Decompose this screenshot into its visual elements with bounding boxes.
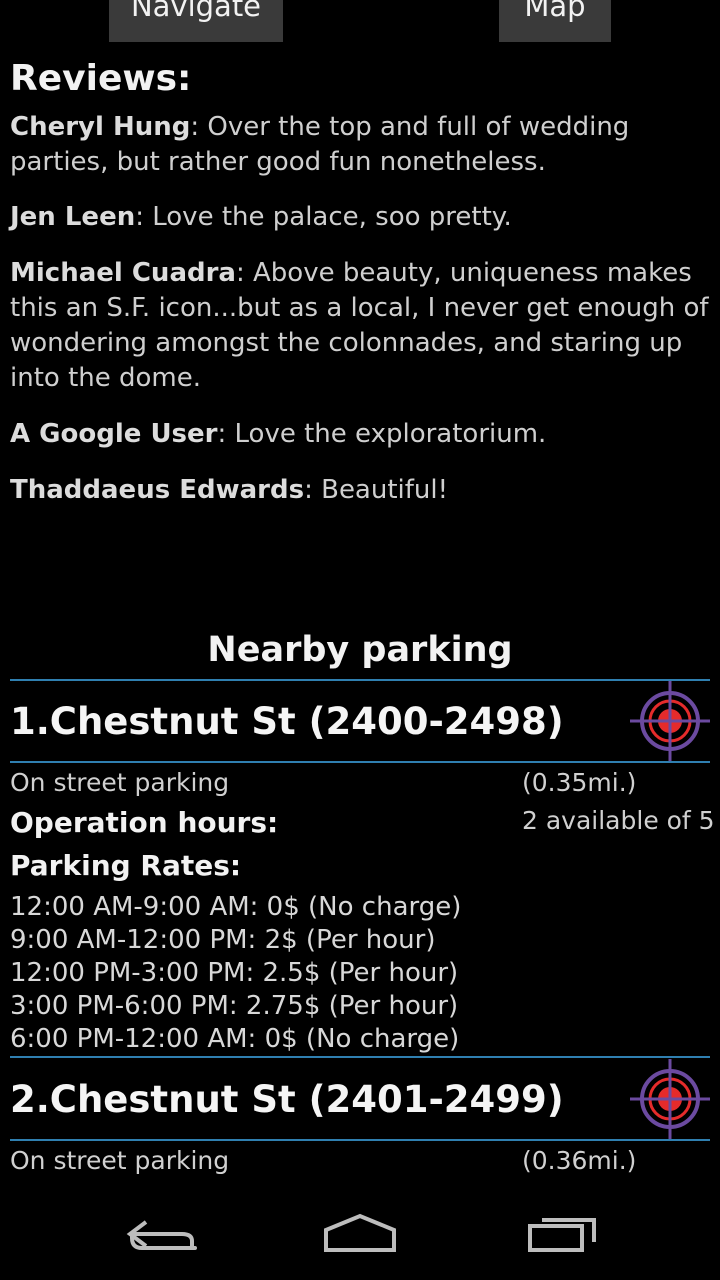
review-author: Cheryl Hung — [10, 112, 191, 142]
review-text: : Love the palace, soo pretty. — [135, 202, 512, 232]
map-button[interactable]: Map — [499, 0, 611, 42]
parking-rates-label: Parking Rates: — [10, 849, 242, 882]
system-nav-bar — [0, 1190, 720, 1280]
rate-row: 12:00 PM-3:00 PM: 2.5$ (Per hour) — [10, 958, 459, 988]
reviews-title: Reviews: — [10, 58, 192, 99]
crosshair-target-icon[interactable] — [630, 1059, 710, 1139]
parking-lot-name[interactable]: 2.Chestnut St (2401-2499) — [10, 1078, 564, 1121]
rate-row: 9:00 AM-12:00 PM: 2$ (Per hour) — [10, 925, 436, 955]
divider — [10, 761, 710, 763]
parking-lot-name[interactable]: 1.Chestnut St (2400-2498) — [10, 700, 564, 743]
back-icon[interactable] — [122, 1210, 198, 1260]
review-item: Jen Leen: Love the palace, soo pretty. — [10, 200, 710, 235]
review-author: Jen Leen — [10, 202, 136, 232]
nearby-parking-title: Nearby parking — [207, 630, 513, 670]
parking-distance: (0.36mi.) — [522, 1146, 637, 1175]
operation-hours-label: Operation hours: — [10, 806, 279, 839]
parking-distance: (0.35mi.) — [522, 768, 637, 797]
home-icon[interactable] — [322, 1210, 398, 1260]
rate-row: 6:00 PM-12:00 AM: 0$ (No charge) — [10, 1024, 460, 1054]
availability: 2 available of 5 — [522, 806, 715, 835]
review-item: A Google User: Love the exploratorium. — [10, 417, 710, 452]
parking-type: On street parking — [10, 1146, 230, 1175]
rate-row: 3:00 PM-6:00 PM: 2.75$ (Per hour) — [10, 991, 459, 1021]
review-item: Cheryl Hung: Over the top and full of we… — [10, 110, 710, 180]
review-author: Michael Cuadra — [10, 258, 236, 288]
review-author: A Google User — [10, 419, 218, 449]
navigate-button[interactable]: Navigate — [109, 0, 283, 42]
screen: Navigate Map Reviews: Cheryl Hung: Over … — [0, 0, 720, 1280]
recent-apps-icon[interactable] — [526, 1210, 602, 1260]
divider — [10, 1056, 710, 1058]
review-author: Thaddaeus Edwards — [10, 475, 305, 505]
review-text: : Beautiful! — [304, 475, 449, 505]
divider — [10, 679, 710, 681]
parking-type: On street parking — [10, 768, 230, 797]
review-item: Michael Cuadra: Above beauty, uniqueness… — [10, 256, 710, 396]
crosshair-target-icon[interactable] — [630, 681, 710, 761]
review-text: : Love the exploratorium. — [217, 419, 547, 449]
divider — [10, 1139, 710, 1141]
review-item: Thaddaeus Edwards: Beautiful! — [10, 473, 710, 508]
rate-row: 12:00 AM-9:00 AM: 0$ (No charge) — [10, 892, 462, 922]
